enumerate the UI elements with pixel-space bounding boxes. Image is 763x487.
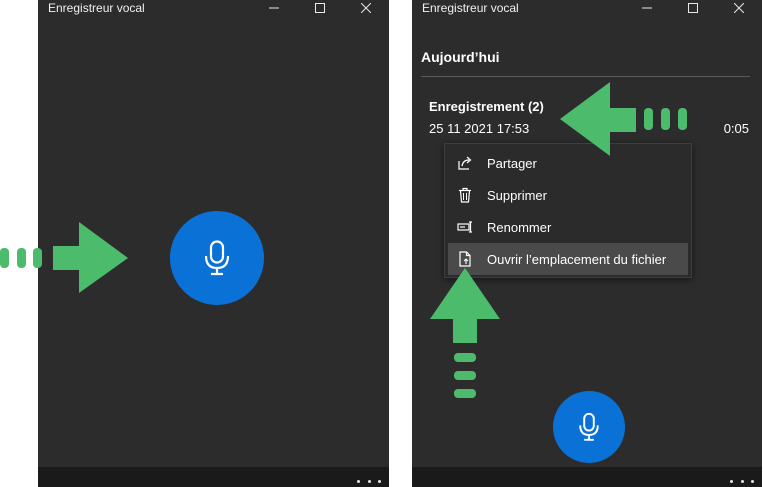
record-button[interactable] <box>553 391 625 463</box>
arrow-right-annotation-icon <box>0 222 128 293</box>
section-header-today: Aujourd’hui <box>421 49 500 65</box>
recording-name: Enregistrement (2) <box>429 99 544 114</box>
minimize-button[interactable] <box>251 0 297 16</box>
arrow-left-annotation-icon <box>560 82 687 156</box>
menu-item-label: Ouvrir l’emplacement du fichier <box>487 251 667 267</box>
recording-duration: 0:05 <box>723 121 749 136</box>
app-bar <box>412 467 762 487</box>
menu-item-label: Renommer <box>487 219 552 235</box>
window-title: Enregistreur vocal <box>422 1 519 15</box>
recording-date: 25 11 2021 17:53 <box>429 121 530 136</box>
context-menu: Partager Supprimer Renommer Ouvrir l’emp… <box>444 143 692 278</box>
voice-recorder-window-right: Enregistreur vocal Aujourd’hui Enregistr… <box>412 0 762 487</box>
open-file-location-icon <box>456 250 474 268</box>
microphone-icon <box>579 412 599 441</box>
dot-icon <box>740 480 744 483</box>
record-button[interactable] <box>170 211 264 305</box>
minimize-icon <box>269 7 279 9</box>
menu-item-rename[interactable]: Renommer <box>448 211 688 243</box>
maximize-icon <box>315 3 325 13</box>
close-icon <box>361 3 371 13</box>
maximize-icon <box>688 3 698 13</box>
trash-icon <box>456 186 474 204</box>
app-bar <box>38 467 389 487</box>
dot-icon <box>367 480 371 483</box>
menu-item-label: Supprimer <box>487 187 547 203</box>
maximize-button[interactable] <box>297 0 343 16</box>
menu-item-label: Partager <box>487 155 537 171</box>
arrow-up-annotation-icon <box>430 268 500 398</box>
close-icon <box>734 3 744 13</box>
menu-item-delete[interactable]: Supprimer <box>448 179 688 211</box>
title-bar: Enregistreur vocal <box>38 0 389 16</box>
share-icon <box>456 154 474 172</box>
dot-icon <box>751 480 754 483</box>
dot-icon <box>378 480 381 483</box>
maximize-button[interactable] <box>670 0 716 16</box>
minimize-button[interactable] <box>624 0 670 16</box>
rename-icon <box>456 218 474 236</box>
title-bar: Enregistreur vocal <box>412 0 762 16</box>
close-button[interactable] <box>716 0 762 16</box>
dot-icon <box>730 480 733 483</box>
close-button[interactable] <box>343 0 389 16</box>
more-options-button[interactable] <box>357 471 381 485</box>
dot-icon <box>357 480 360 483</box>
window-title: Enregistreur vocal <box>48 1 145 15</box>
divider <box>421 76 750 77</box>
more-options-button[interactable] <box>730 471 754 485</box>
minimize-icon <box>642 7 652 9</box>
microphone-icon <box>204 240 230 276</box>
